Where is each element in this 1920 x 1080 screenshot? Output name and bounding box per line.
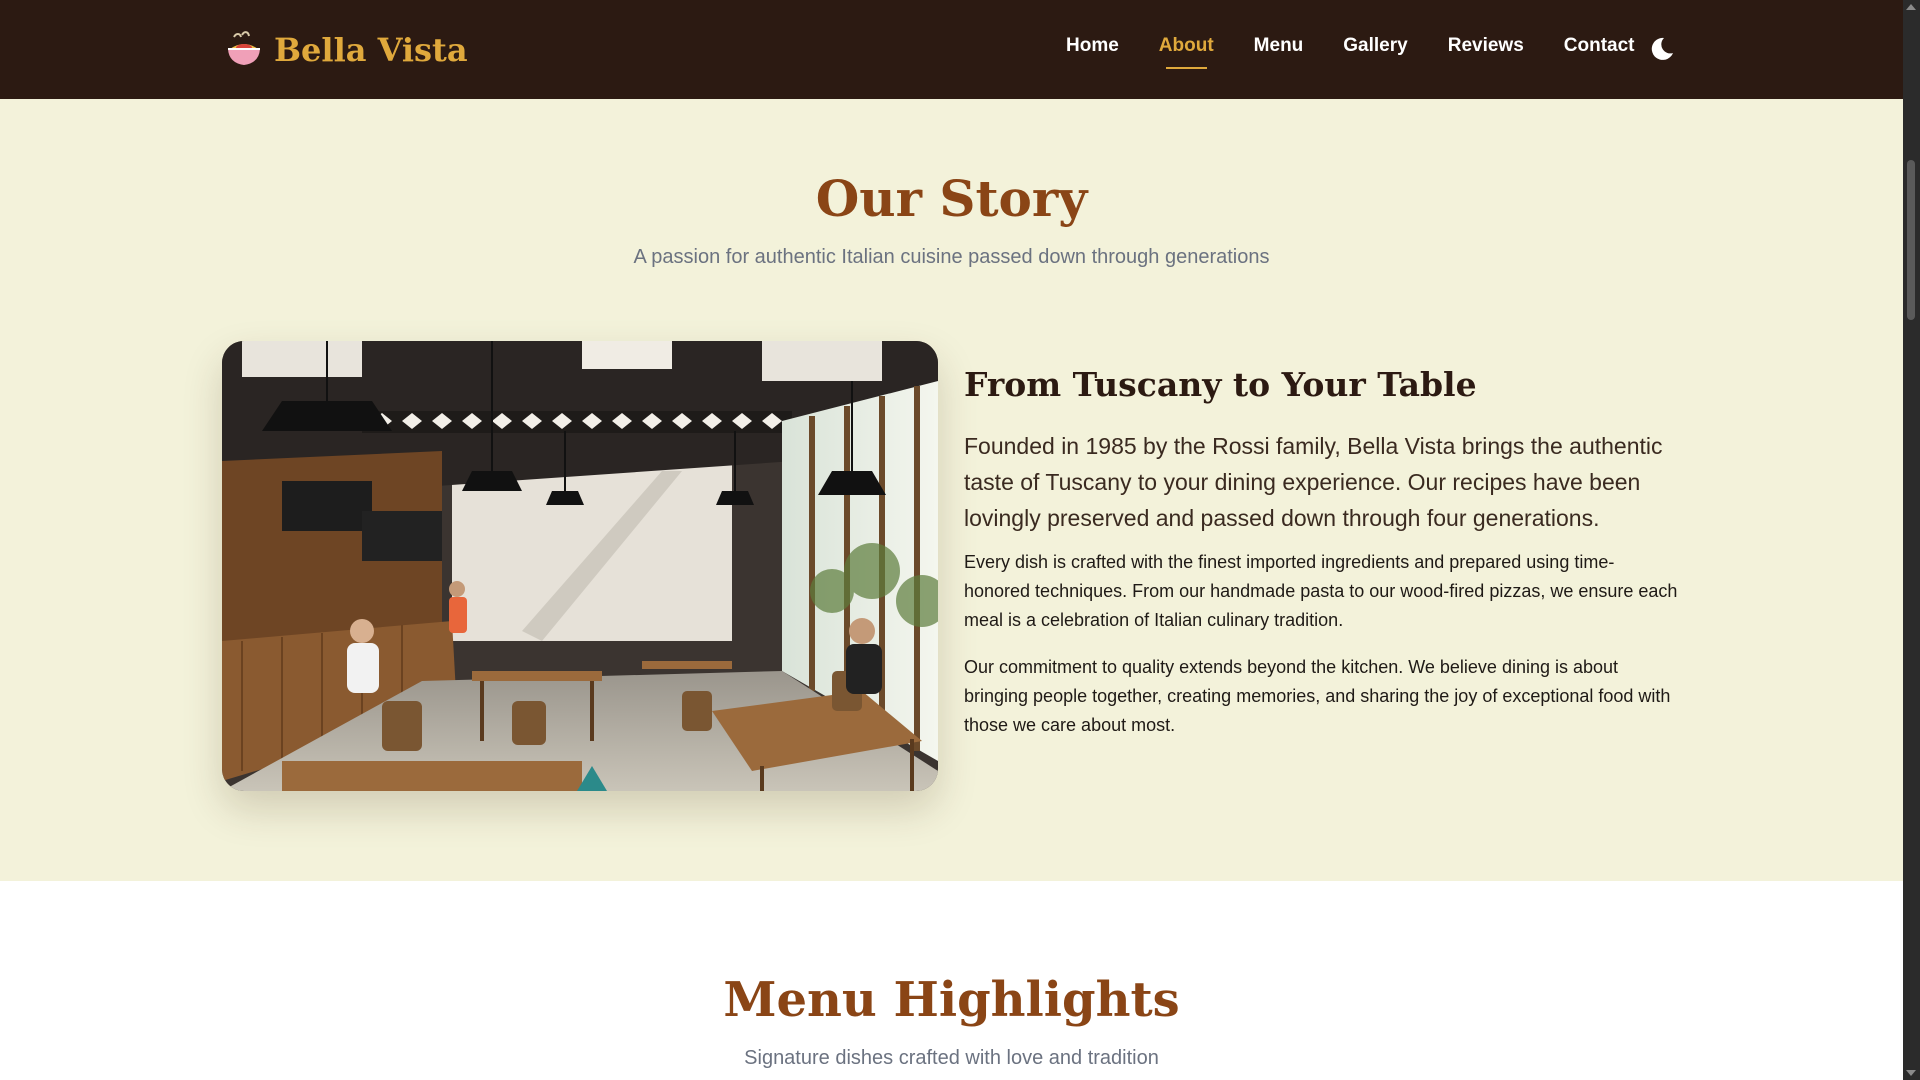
scrollbar[interactable] xyxy=(1903,0,1920,1080)
scroll-thumb[interactable] xyxy=(1907,160,1915,320)
nav-menu[interactable]: Menu xyxy=(1254,34,1304,70)
nav-contact[interactable]: Contact xyxy=(1564,34,1635,70)
story-paragraph: Every dish is crafted with the finest im… xyxy=(964,552,1678,630)
story-content: From Tuscany to Your Table Founded in 19… xyxy=(964,365,1680,758)
nav-reviews[interactable]: Reviews xyxy=(1448,34,1524,70)
brand-logo[interactable]: Bella Vista xyxy=(226,30,468,70)
scroll-down-icon[interactable] xyxy=(1906,1070,1916,1076)
section-title: Our Story xyxy=(815,169,1088,228)
brand-name: Bella Vista xyxy=(274,31,468,69)
nav-about[interactable]: About xyxy=(1159,34,1214,70)
section-subtitle: A passion for authentic Italian cuisine … xyxy=(633,246,1270,268)
menu-subtitle: Signature dishes crafted with love and t… xyxy=(744,1047,1159,1069)
restaurant-interior-photo xyxy=(222,341,938,791)
story-lead: Founded in 1985 by the Rossi family, Bel… xyxy=(964,433,1663,531)
page: Bella Vista Home About Menu Gallery Revi… xyxy=(0,0,1903,1080)
pasta-bowl-icon xyxy=(226,31,262,69)
moon-icon[interactable] xyxy=(1648,35,1676,63)
main-nav: Home About Menu Gallery Reviews Contact xyxy=(1066,34,1635,70)
site-header: Bella Vista Home About Menu Gallery Revi… xyxy=(0,0,1903,99)
scroll-up-icon[interactable] xyxy=(1906,4,1916,10)
nav-gallery[interactable]: Gallery xyxy=(1343,34,1407,70)
story-paragraph: Our commitment to quality extends beyond… xyxy=(964,657,1671,735)
story-heading: From Tuscany to Your Table xyxy=(964,365,1477,404)
menu-title: Menu Highlights xyxy=(723,972,1180,1028)
nav-home[interactable]: Home xyxy=(1066,34,1119,70)
